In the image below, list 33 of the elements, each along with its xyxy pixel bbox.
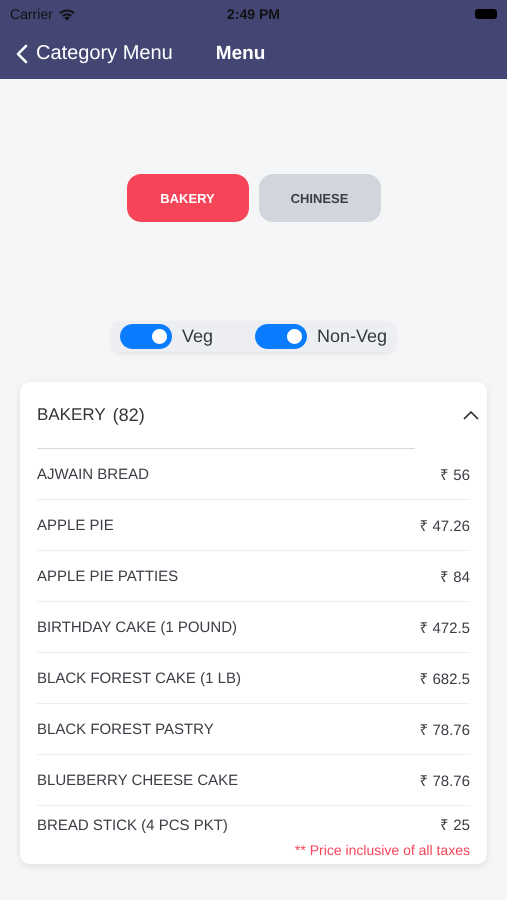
back-button[interactable]: Category Menu [16, 42, 173, 65]
item-price: ₹ 56 [440, 466, 470, 484]
item-name: AJWAIN BREAD [37, 466, 149, 482]
item-name: BLACK FOREST CAKE (1 LB) [37, 670, 241, 686]
item-price: ₹ 78.76 [419, 772, 470, 790]
item-price: ₹ 472.5 [419, 619, 470, 637]
carrier-label: Carrier [10, 6, 53, 22]
chevron-up-icon[interactable] [463, 410, 479, 420]
item-price: ₹ 25 [440, 816, 470, 834]
item-name: APPLE PIE PATTIES [37, 568, 178, 584]
category-tab[interactable]: BAKERY [126, 174, 248, 222]
item-name: APPLE PIE [37, 516, 114, 534]
screen-title: Menu [216, 42, 266, 64]
chevron-left-icon[interactable] [16, 44, 28, 64]
item-price: ₹ 78.76 [419, 721, 470, 739]
item-name: BIRTHDAY CAKE (1 POUND) [37, 618, 238, 636]
status-time: 2:49 PM [227, 6, 280, 22]
section-title: BAKERY [37, 405, 106, 425]
item-name: BREAD STICK (4 PCS PKT) [37, 817, 228, 834]
filter-label: Veg [182, 326, 213, 347]
toggle-switch[interactable] [120, 324, 172, 349]
wifi-icon [58, 8, 76, 20]
filter-label: Non-Veg [316, 326, 388, 347]
item-price: ₹ 47.26 [419, 517, 470, 535]
item-price: ₹ 84 [440, 568, 470, 586]
item-count: (82) [112, 404, 145, 426]
battery-icon [474, 9, 497, 19]
tax-note: ** Price inclusive of all taxes [294, 841, 470, 860]
item-name: BLUEBERRY CHEESE CAKE [37, 772, 238, 788]
category-tab[interactable]: CHINESE [258, 174, 380, 222]
item-price: ₹ 682.5 [419, 670, 470, 688]
item-name: BLACK FOREST PASTRY [37, 720, 214, 738]
toggle-switch[interactable] [254, 324, 307, 349]
